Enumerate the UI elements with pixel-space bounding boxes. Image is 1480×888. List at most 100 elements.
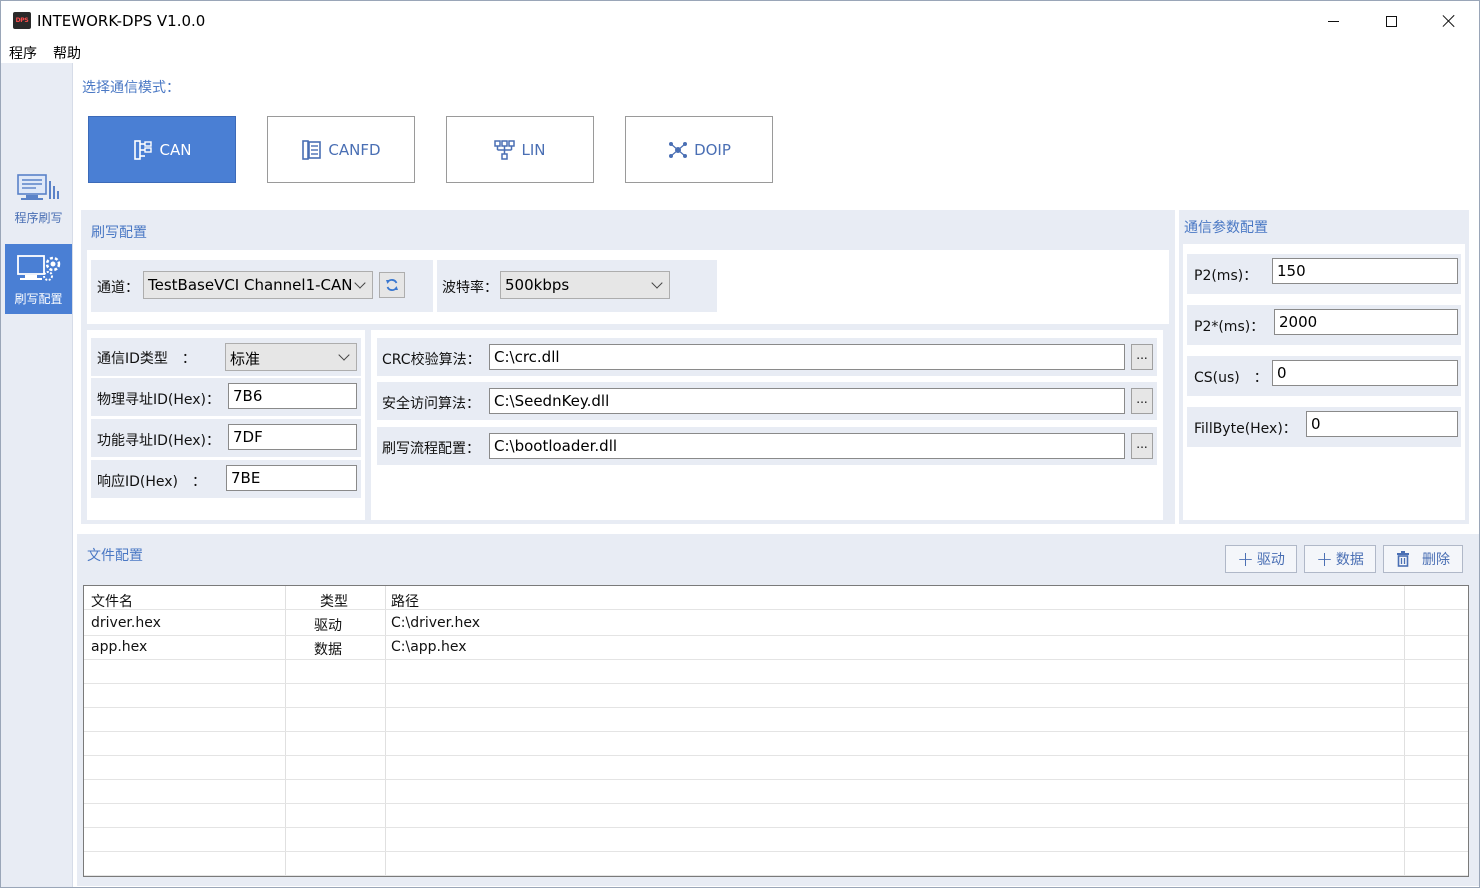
plus-icon: + <box>1316 547 1333 571</box>
table-header: 文件名 类型 路径 <box>84 586 1468 610</box>
id-type-value: 标准 <box>230 350 261 368</box>
mode-select-label: 选择通信模式： <box>82 80 180 96</box>
fillbyte-input[interactable]: 0 <box>1306 411 1458 437</box>
empty-row <box>84 684 1468 708</box>
chevron-down-icon <box>354 277 366 289</box>
channel-select[interactable]: TestBaseVCI Channel1-CAN <box>143 271 373 299</box>
flow-browse-button[interactable]: ... <box>1131 433 1153 459</box>
flash-config-panel: 刷写配置 通道： TestBaseVCI Channel1-CAN 波特率： 5… <box>81 210 1175 524</box>
maximize-button[interactable] <box>1362 1 1420 41</box>
p2star-row: P2*(ms)： 2000 <box>1187 305 1461 345</box>
resp-id-input[interactable]: 7BE <box>226 465 357 491</box>
cell-path: C:\driver.hex <box>391 615 481 631</box>
cell-filename: driver.hex <box>91 615 161 631</box>
network-icon <box>494 139 516 160</box>
minimize-button[interactable] <box>1304 1 1362 41</box>
window-title: INTEWORK-DPS V1.0.0 <box>37 12 206 30</box>
delete-button[interactable]: 删除 <box>1383 545 1463 573</box>
mode-can-button[interactable]: CAN <box>88 116 236 183</box>
mode-canfd-button[interactable]: CANFD <box>267 116 415 183</box>
flow-label: 刷写流程配置： <box>382 441 480 457</box>
channel-value: TestBaseVCI Channel1-CAN <box>148 276 353 294</box>
nodes-icon <box>669 141 688 158</box>
mode-label: CANFD <box>328 140 381 159</box>
crc-browse-button[interactable]: ... <box>1131 344 1153 370</box>
channel-label: 通道： <box>97 280 139 296</box>
crc-row: CRC校验算法： C:\crc.dll ... <box>377 338 1157 376</box>
refresh-icon <box>386 279 398 291</box>
delete-label: 删除 <box>1422 552 1450 568</box>
empty-row <box>84 732 1468 756</box>
id-type-label: 通信ID类型 ： <box>97 351 196 367</box>
add-driver-button[interactable]: + 驱动 <box>1225 545 1297 573</box>
phys-id-row: 物理寻址ID(Hex)： 7B6 <box>91 378 361 416</box>
cs-input[interactable]: 0 <box>1272 360 1458 386</box>
sidebar-item-flash-config[interactable]: 刷写配置 <box>5 244 72 314</box>
empty-row <box>84 804 1468 828</box>
sidebar-item-label: 程序刷写 <box>14 211 63 225</box>
sidebar-item-label: 刷写配置 <box>14 292 63 306</box>
chevron-down-icon <box>338 349 350 361</box>
close-icon <box>1442 14 1456 28</box>
mode-lin-button[interactable]: LIN <box>446 116 594 183</box>
channel-row: 通道： TestBaseVCI Channel1-CAN <box>91 260 433 312</box>
empty-row <box>84 708 1468 732</box>
cell-type: 数据 <box>314 642 342 658</box>
mode-label: LIN <box>521 140 546 159</box>
cs-row: CS(us) ： 0 <box>1187 356 1461 396</box>
header-path[interactable]: 路径 <box>391 591 419 611</box>
empty-row <box>84 780 1468 804</box>
cell-path: C:\app.hex <box>391 639 467 655</box>
title-bar: DPS INTEWORK-DPS V1.0.0 <box>1 1 1479 41</box>
func-id-input[interactable]: 7DF <box>228 424 357 450</box>
security-browse-button[interactable]: ... <box>1131 388 1153 414</box>
p2star-input[interactable]: 2000 <box>1274 309 1458 335</box>
security-input[interactable]: C:\SeednKey.dll <box>489 388 1125 414</box>
flow-input[interactable]: C:\bootloader.dll <box>489 433 1125 459</box>
flow-row: 刷写流程配置： C:\bootloader.dll ... <box>377 427 1157 465</box>
add-data-button[interactable]: + 数据 <box>1304 545 1376 573</box>
phys-id-input[interactable]: 7B6 <box>228 383 357 409</box>
header-filename[interactable]: 文件名 <box>91 591 133 611</box>
empty-row <box>84 852 1468 876</box>
menu-help[interactable]: 帮助 <box>53 43 81 63</box>
baud-select[interactable]: 500kbps <box>500 271 670 299</box>
id-subpanel: 通信ID类型 ： 标准 物理寻址ID(Hex)： 7B6 功能寻址ID(Hex)… <box>87 330 365 520</box>
monitor-gear-icon <box>17 255 61 281</box>
sidebar-item-program-flash[interactable]: 程序刷写 <box>5 163 72 233</box>
mode-doip-button[interactable]: DOIP <box>625 116 773 183</box>
cell-type: 驱动 <box>314 618 342 634</box>
comm-params-subpanel: P2(ms)： 150 P2*(ms)： 2000 CS(us) ： 0 Fil… <box>1183 244 1465 520</box>
trash-icon <box>1397 551 1409 567</box>
func-id-label: 功能寻址ID(Hex)： <box>97 433 221 449</box>
p2star-label: P2*(ms)： <box>1194 319 1265 335</box>
crc-input[interactable]: C:\crc.dll <box>489 344 1125 370</box>
id-type-row: 通信ID类型 ： 标准 <box>91 338 361 376</box>
menu-bar: 程序 帮助 <box>1 41 1479 63</box>
cell-filename: app.hex <box>91 639 148 655</box>
header-type[interactable]: 类型 <box>320 591 348 611</box>
p2-row: P2(ms)： 150 <box>1187 254 1461 294</box>
comm-params-panel: 通信参数配置 P2(ms)： 150 P2*(ms)： 2000 CS(us) … <box>1179 210 1469 524</box>
fillbyte-row: FillByte(Hex)： 0 <box>1187 407 1461 447</box>
file-table: 文件名 类型 路径 driver.hex 驱动 C:\driver.hex ap… <box>83 585 1469 877</box>
refresh-button[interactable] <box>379 272 405 298</box>
file-config-title: 文件配置 <box>87 548 143 564</box>
baud-label: 波特率： <box>442 280 498 296</box>
baud-row: 波特率： 500kbps <box>437 260 717 312</box>
tree-icon <box>133 139 152 160</box>
phys-id-label: 物理寻址ID(Hex)： <box>97 392 221 408</box>
p2-input[interactable]: 150 <box>1272 258 1458 284</box>
document-list-icon <box>302 139 322 160</box>
menu-program[interactable]: 程序 <box>9 43 37 63</box>
table-row[interactable]: driver.hex 驱动 C:\driver.hex <box>84 612 1468 636</box>
maximize-icon <box>1385 15 1397 27</box>
func-id-row: 功能寻址ID(Hex)： 7DF <box>91 419 361 457</box>
resp-id-label: 响应ID(Hex) ： <box>97 474 207 490</box>
dll-subpanel: CRC校验算法： C:\crc.dll ... 安全访问算法： C:\Seedn… <box>371 330 1163 520</box>
empty-row <box>84 828 1468 852</box>
close-button[interactable] <box>1420 1 1478 41</box>
table-row[interactable]: app.hex 数据 C:\app.hex <box>84 636 1468 660</box>
id-type-select[interactable]: 标准 <box>225 343 357 371</box>
minimize-icon <box>1327 20 1339 22</box>
